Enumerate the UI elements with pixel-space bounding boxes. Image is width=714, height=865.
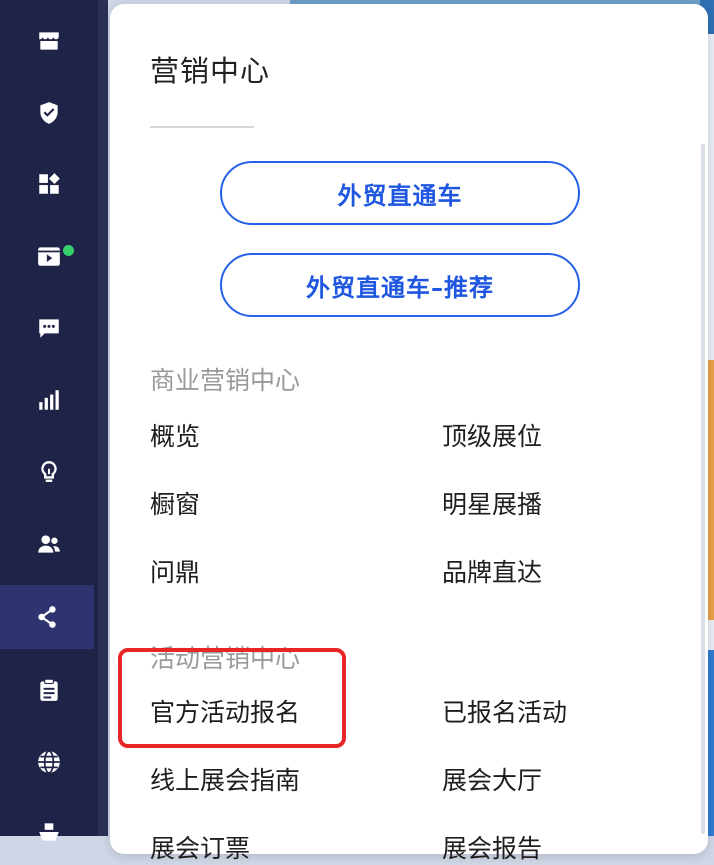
shield-check-icon[interactable] <box>0 81 98 145</box>
menu-item-expo-tickets[interactable]: 展会订票 <box>150 829 250 865</box>
panel-title: 营销中心 <box>150 54 271 88</box>
menu-item-brand-direct[interactable]: 品牌直达 <box>442 553 542 589</box>
menu-item-expo-report[interactable]: 展会报告 <box>442 829 542 865</box>
p4p-recommend-button[interactable]: 外贸直通车–推荐 <box>220 253 580 317</box>
users-icon[interactable] <box>0 512 98 576</box>
share-nodes-icon[interactable] <box>0 585 94 649</box>
title-divider <box>150 126 254 128</box>
globe-icon[interactable] <box>0 730 98 794</box>
menu-item-top-booth[interactable]: 顶级展位 <box>442 417 542 453</box>
marketing-center-panel: 营销中心 外贸直通车 外贸直通车–推荐 商业营销中心 概览 顶级展位 橱窗 明星… <box>110 4 708 863</box>
store-icon[interactable] <box>0 9 98 73</box>
menu-item-star-display[interactable]: 明星展播 <box>442 485 542 521</box>
section-heading-business: 商业营销中心 <box>150 366 301 395</box>
lightbulb-icon[interactable] <box>0 440 98 504</box>
menu-item-overview[interactable]: 概览 <box>150 417 200 453</box>
menu-item-expo-hall[interactable]: 展会大厅 <box>442 761 542 797</box>
p4p-button[interactable]: 外贸直通车 <box>220 161 580 225</box>
clipboard-icon[interactable] <box>0 658 98 722</box>
panel-scrollbar[interactable] <box>701 144 705 834</box>
menu-item-showcase[interactable]: 橱窗 <box>150 485 200 521</box>
video-icon[interactable] <box>0 224 98 288</box>
notification-dot <box>61 243 76 258</box>
menu-item-registered-activities[interactable]: 已报名活动 <box>442 693 567 729</box>
highlight-annotation-box <box>118 648 346 748</box>
rail-divider <box>98 0 108 836</box>
menu-item-wending[interactable]: 问鼎 <box>150 553 200 589</box>
apps-icon[interactable] <box>0 152 98 216</box>
bar-chart-icon[interactable] <box>0 368 98 432</box>
left-nav-rail <box>0 0 98 841</box>
menu-item-online-expo-guide[interactable]: 线上展会指南 <box>150 761 300 797</box>
chat-icon[interactable] <box>0 296 98 360</box>
ship-icon[interactable] <box>0 800 98 864</box>
